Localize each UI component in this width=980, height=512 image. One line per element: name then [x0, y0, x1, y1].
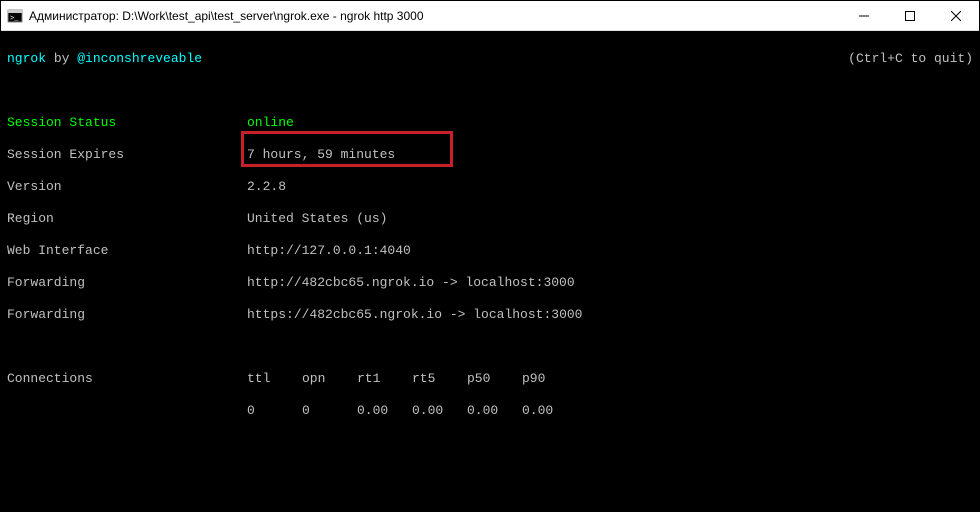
web-interface-label: Web Interface	[7, 243, 247, 259]
forwarding-1-label: Forwarding	[7, 275, 247, 291]
maximize-button[interactable]	[887, 1, 933, 30]
version-value: 2.2.8	[247, 179, 286, 195]
quit-hint: (Ctrl+C to quit)	[848, 51, 973, 67]
connections-label: Connections	[7, 371, 247, 387]
author-handle: @inconshreveable	[77, 51, 202, 66]
region-label: Region	[7, 211, 247, 227]
by-text: by	[46, 51, 77, 66]
col-p90: p90	[522, 371, 577, 387]
col-rt5: rt5	[412, 371, 467, 387]
titlebar[interactable]: >_ Администратор: D:\Work\test_api\test_…	[1, 1, 979, 31]
connections-header-row: ttlopnrt1rt5p50p90	[247, 371, 577, 387]
app-window: >_ Администратор: D:\Work\test_api\test_…	[0, 0, 980, 512]
val-p50: 0.00	[467, 403, 522, 419]
val-rt5: 0.00	[412, 403, 467, 419]
app-name: ngrok	[7, 51, 46, 66]
close-button[interactable]	[933, 1, 979, 30]
forwarding-2-label: Forwarding	[7, 307, 247, 323]
col-ttl: ttl	[247, 371, 302, 387]
window-title: Администратор: D:\Work\test_api\test_ser…	[29, 9, 841, 23]
svg-text:>_: >_	[10, 15, 19, 23]
minimize-button[interactable]	[841, 1, 887, 30]
forwarding-2-url: https://482cbc65.ngrok.io	[247, 307, 442, 323]
connections-value-row: 000.000.000.000.00	[247, 403, 577, 419]
val-rt1: 0.00	[357, 403, 412, 419]
connections-spacer	[7, 403, 247, 419]
status-value: online	[247, 115, 294, 131]
forwarding-1-url: http://482cbc65.ngrok.io	[247, 275, 434, 291]
region-value: United States (us)	[247, 211, 387, 227]
expires-value: 7 hours, 59 minutes	[247, 147, 395, 163]
col-rt1: rt1	[357, 371, 412, 387]
val-ttl: 0	[247, 403, 302, 419]
forwarding-2-target: -> localhost:3000	[442, 307, 582, 323]
version-label: Version	[7, 179, 247, 195]
val-p90: 0.00	[522, 403, 577, 419]
terminal-output[interactable]: ngrok by @inconshreveable (Ctrl+C to quit…	[1, 31, 979, 511]
status-label: Session Status	[7, 115, 247, 131]
forwarding-1-target: -> localhost:3000	[434, 275, 574, 291]
expires-label: Session Expires	[7, 147, 247, 163]
val-opn: 0	[302, 403, 357, 419]
web-interface-value: http://127.0.0.1:4040	[247, 243, 411, 259]
window-controls	[841, 1, 979, 30]
console-icon: >_	[7, 8, 23, 24]
col-opn: opn	[302, 371, 357, 387]
col-p50: p50	[467, 371, 522, 387]
